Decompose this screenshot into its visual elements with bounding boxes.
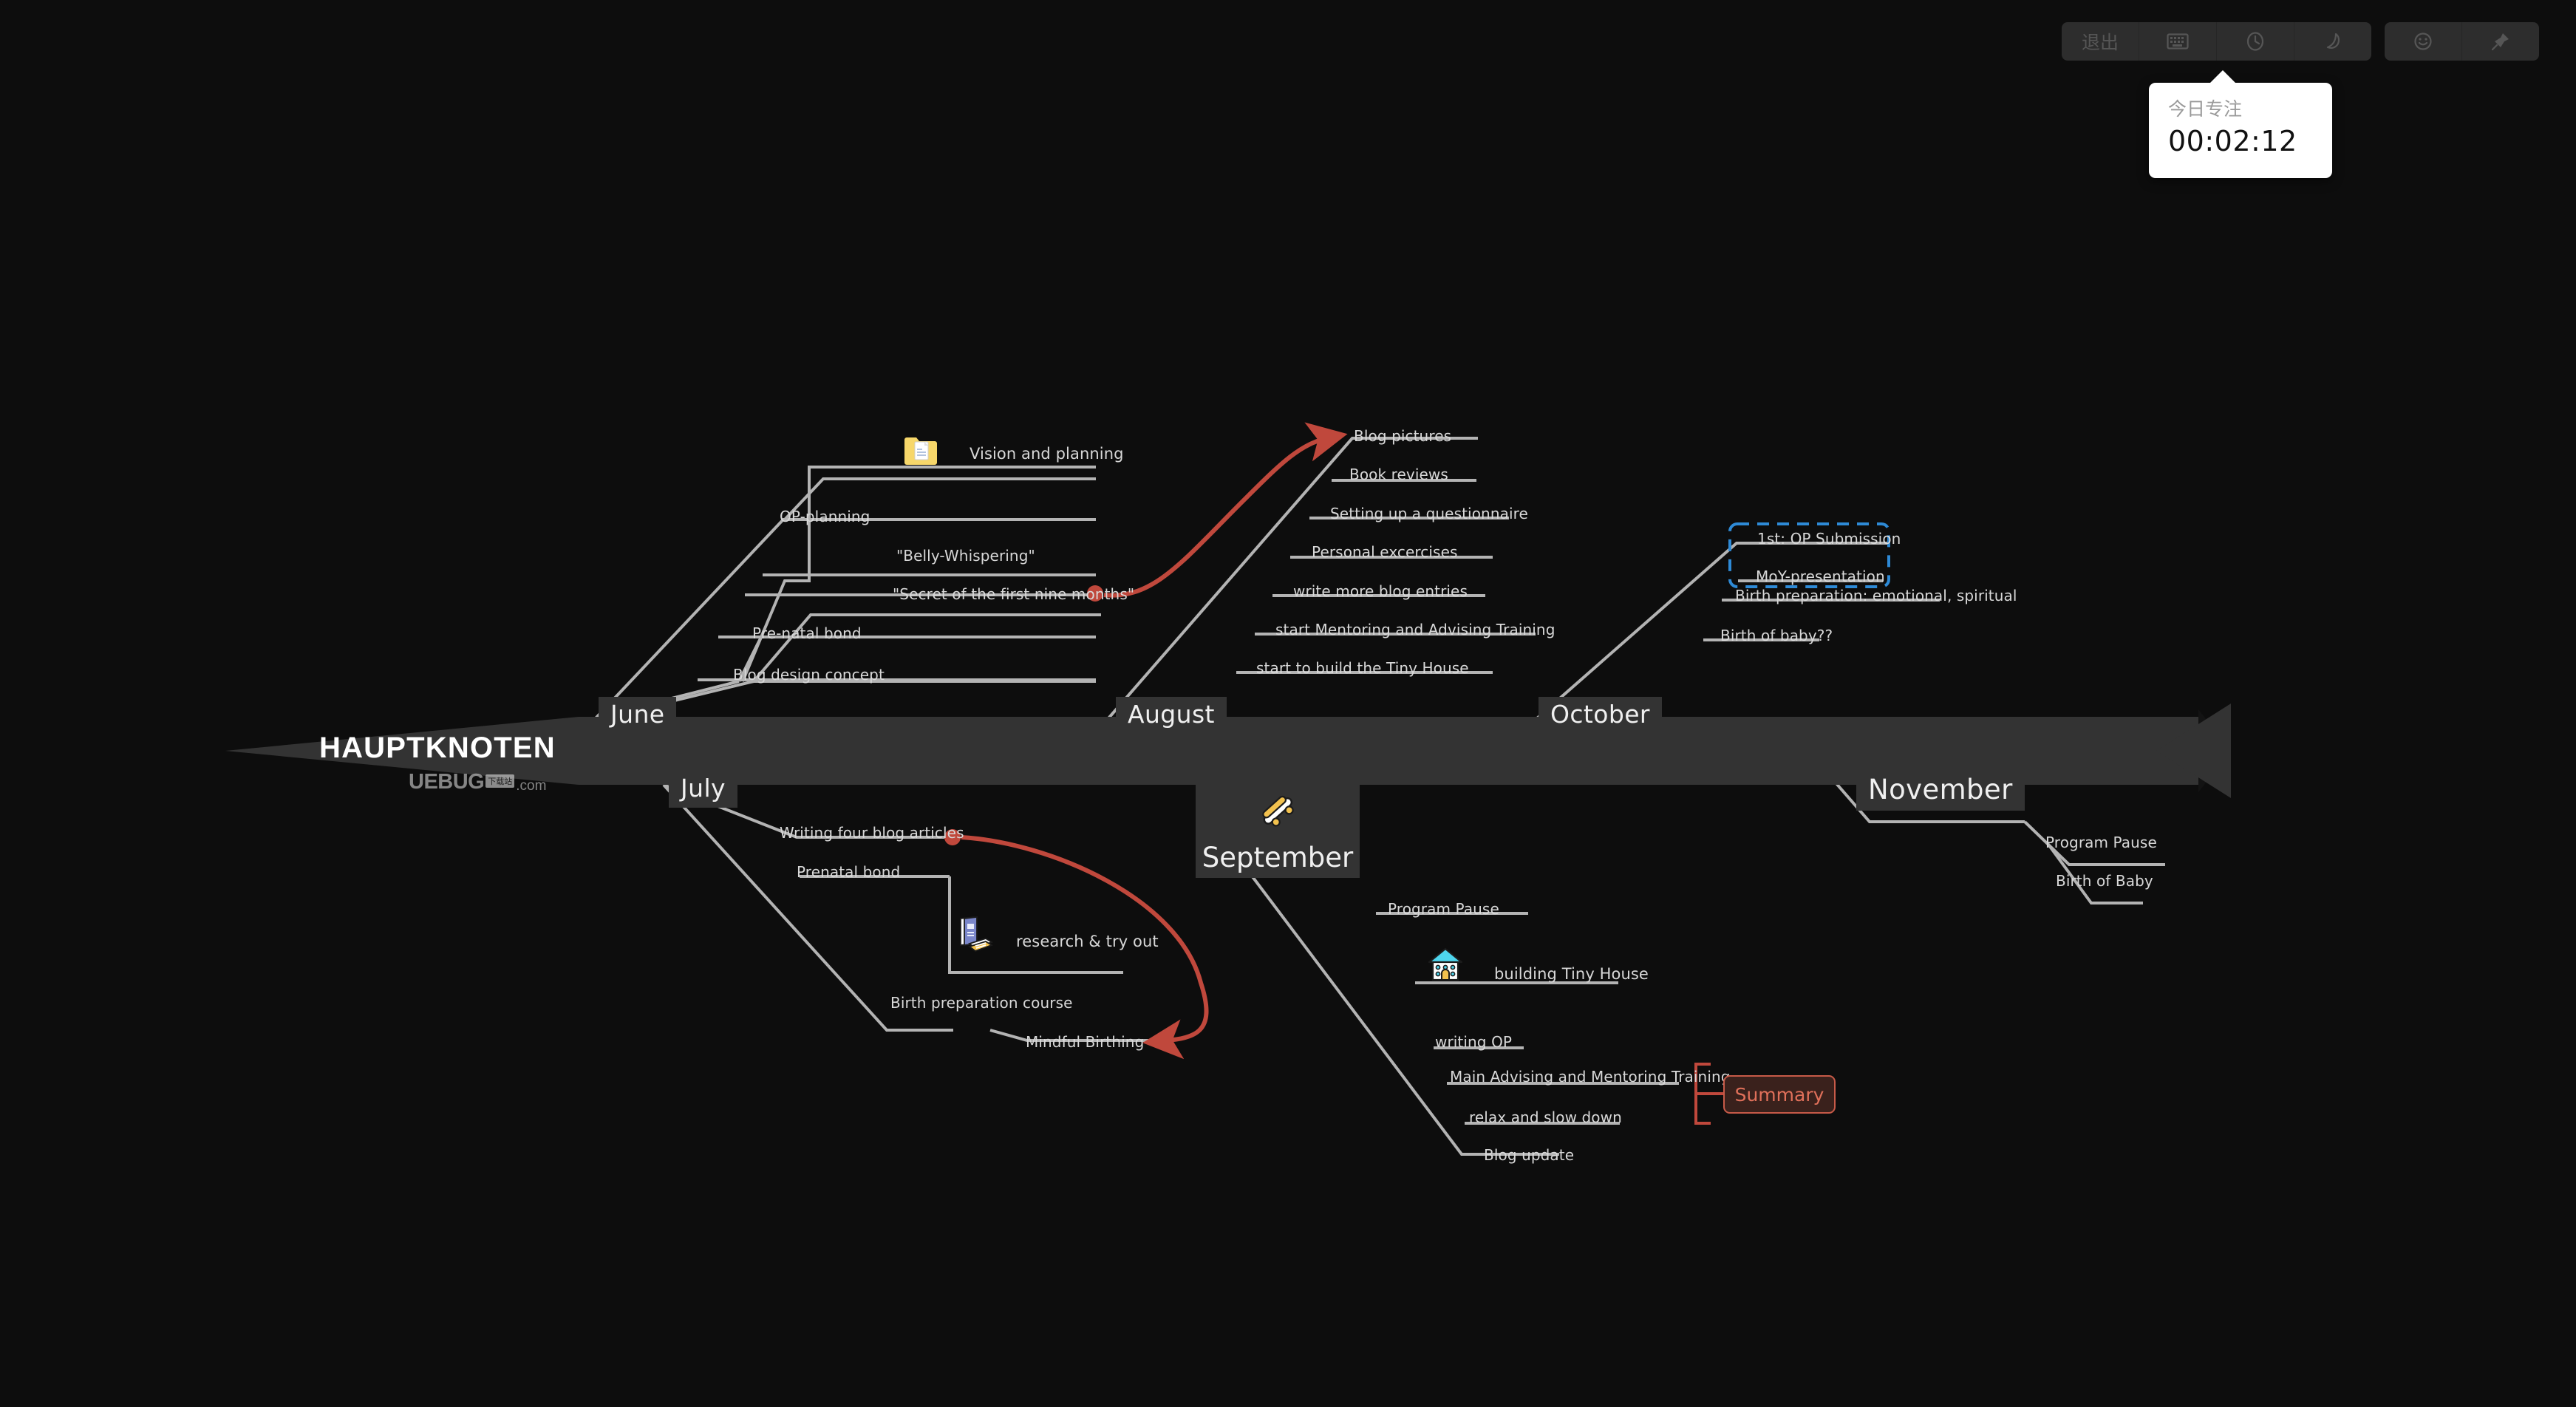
pin-icon xyxy=(2490,31,2511,52)
books-icon xyxy=(952,914,995,958)
leaf-setting-up-questionnaire[interactable]: Setting up a questionnaire xyxy=(1330,505,1528,522)
leaf-building-tiny-house[interactable]: building Tiny House xyxy=(1494,965,1649,983)
tooltip-pointer xyxy=(2209,70,2236,84)
leaf-blog-update[interactable]: Blog update xyxy=(1484,1146,1574,1164)
leaf-writing-op[interactable]: writing OP xyxy=(1435,1033,1512,1051)
leaf-main-advising-mentoring-training[interactable]: Main Advising and Mentoring Training xyxy=(1450,1068,1731,1086)
exit-button[interactable]: 退出 xyxy=(2062,22,2139,61)
leaf-prenatal-bond[interactable]: Prenatal bond xyxy=(797,863,900,881)
leaf-birth-preparation-course[interactable]: Birth preparation course xyxy=(890,994,1073,1012)
toolbar-group-main: 退出 xyxy=(2062,22,2371,61)
watermark-com: .com xyxy=(516,778,547,794)
focus-timer-card: 今日专注 00:02:12 xyxy=(2149,70,2332,178)
leaf-pre-natal-bond[interactable]: Pre-natal bond xyxy=(752,624,862,642)
clock-icon xyxy=(2245,31,2266,52)
exit-label: 退出 xyxy=(2081,33,2119,53)
month-august[interactable]: August xyxy=(1116,697,1227,734)
leaf-moy-presentation[interactable]: MoY-presentation xyxy=(1756,568,1885,585)
month-september[interactable]: September xyxy=(1196,776,1360,878)
leaf-start-build-tiny-house[interactable]: start to build the Tiny House xyxy=(1256,659,1469,677)
leaf-belly-whispering[interactable]: "Belly-Whispering" xyxy=(896,547,1035,565)
leaf-relax-and-slow-down[interactable]: relax and slow down xyxy=(1469,1108,1622,1126)
house-icon xyxy=(1426,946,1465,987)
leaf-secret-first-nine-months[interactable]: "Secret of the first nine months" xyxy=(893,585,1134,603)
month-november[interactable]: November xyxy=(1856,771,2025,811)
month-september-label: September xyxy=(1202,842,1354,873)
skateboard-icon xyxy=(1255,788,1301,837)
leaf-book-reviews[interactable]: Book reviews xyxy=(1349,466,1448,483)
leaf-start-mentoring-advising-training[interactable]: start Mentoring and Advising Training xyxy=(1275,621,1556,638)
folder-document-icon xyxy=(903,435,937,470)
focus-elapsed-time: 00:02:12 xyxy=(2168,125,2297,158)
leaf-blog-design-concept[interactable]: Blog design concept xyxy=(733,666,885,684)
toolbar-group-extra xyxy=(2385,22,2539,61)
arrow1-path xyxy=(1103,422,1348,598)
month-june[interactable]: June xyxy=(599,697,677,734)
leaf-mindful-birthing[interactable]: Mindful Birthing xyxy=(1026,1033,1144,1051)
leaf-birth-preparation-emotional-spiritual[interactable]: Birth preparation: emotional, spiritual xyxy=(1735,587,2017,604)
summary-badge[interactable]: Summary xyxy=(1723,1075,1836,1114)
leaf-personal-excercises[interactable]: Personal excercises xyxy=(1312,543,1458,561)
leaf-vision-and-planning[interactable]: Vision and planning xyxy=(970,445,1124,463)
diagram-wires xyxy=(225,422,2231,1125)
timer-button[interactable] xyxy=(2217,22,2294,61)
top-toolbar: 退出 xyxy=(2062,22,2539,61)
month-july[interactable]: July xyxy=(669,771,737,808)
keyboard-button[interactable] xyxy=(2139,22,2217,61)
watermark-main: UEBUG xyxy=(409,770,485,794)
leaf-writing-four-blog-articles[interactable]: Writing four blog articles xyxy=(780,824,964,842)
leaf-write-more-blog-entries[interactable]: write more blog entries xyxy=(1293,582,1468,600)
leaf-research-and-try-out[interactable]: research & try out xyxy=(1016,933,1159,950)
leaf-birth-of-baby-question[interactable]: Birth of baby?? xyxy=(1720,627,1833,644)
watermark-tag: 下载站 xyxy=(485,774,515,788)
page-title: HAUPTKNOTEN xyxy=(319,732,556,764)
moon-icon xyxy=(2323,31,2342,52)
emoji-button[interactable] xyxy=(2385,22,2462,61)
fishbone-diagram: HAUPTKNOTEN UEBUG 下载站 .com June July Aug… xyxy=(0,0,2576,1407)
keyboard-icon xyxy=(2167,33,2189,50)
leaf-nov-program-pause[interactable]: Program Pause xyxy=(2045,834,2157,851)
dark-mode-button[interactable] xyxy=(2294,22,2371,61)
leaf-nov-birth-of-baby[interactable]: Birth of Baby xyxy=(2056,872,2153,890)
leaf-blog-pictures[interactable]: Blog pictures xyxy=(1354,427,1451,445)
leaf-first-op-submission[interactable]: 1st: OP Submission xyxy=(1757,530,1901,548)
pin-button[interactable] xyxy=(2462,22,2539,61)
leaf-op-planning[interactable]: OP-planning xyxy=(780,508,870,525)
watermark: UEBUG 下载站 .com xyxy=(409,770,546,794)
leaf-sep-program-pause[interactable]: Program Pause xyxy=(1388,900,1499,918)
month-october[interactable]: October xyxy=(1539,697,1662,734)
smiley-icon xyxy=(2413,31,2433,52)
focus-title: 今日专注 xyxy=(2168,98,2243,120)
